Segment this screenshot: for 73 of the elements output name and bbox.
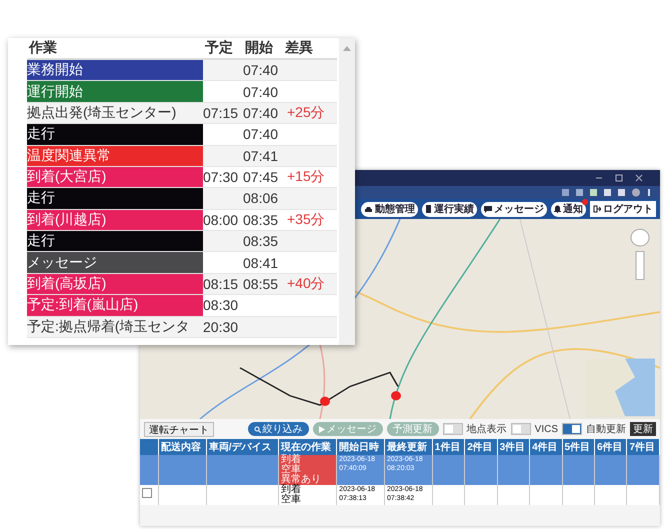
logout-button[interactable]: ログアウト [590, 201, 656, 217]
chat-icon [484, 206, 492, 212]
bell-icon [554, 205, 561, 213]
column-header: 配送内容 [158, 439, 206, 455]
column-header: 最終更新 [384, 439, 432, 455]
column-header: 3件目 [497, 439, 530, 455]
task-label[interactable]: 予定:拠点帰着(埼玉センタ [27, 316, 203, 338]
planned-time: 08:00 [203, 212, 238, 228]
task-label[interactable]: 予定:到着(嵐山店) [27, 294, 203, 316]
play-icon [318, 426, 325, 432]
row-checkbox[interactable] [142, 488, 152, 498]
column-header: 4件目 [530, 439, 562, 455]
table-cell: 到着 空車 異常あり [278, 455, 337, 485]
column-header: 車両/デバイス [206, 439, 278, 455]
scroll-up-icon[interactable] [343, 46, 351, 51]
start-time: 07:40 [243, 126, 278, 142]
toggle-label: 自動更新 [586, 422, 626, 436]
toggle-switch[interactable] [562, 423, 582, 435]
task-label[interactable]: 業務開始 [27, 59, 203, 81]
start-time: 07:45 [243, 169, 278, 186]
column-header: 6件目 [594, 439, 627, 455]
planned-time: 07:15 [203, 104, 238, 121]
nav-button[interactable]: 運行実績 [422, 202, 477, 216]
start-time: 07:40 [243, 104, 278, 121]
column-header: 5件目 [562, 439, 594, 455]
chart-button[interactable]: 運転チャート [144, 422, 214, 436]
task-label[interactable]: 走行 [27, 188, 203, 210]
toggle-label: VICS [534, 424, 558, 434]
column-header: 2件目 [464, 439, 498, 455]
planned-time: 08:15 [203, 276, 238, 292]
delay-value: +40分 [287, 274, 325, 291]
delay-value: +35分 [287, 210, 325, 227]
document-icon [425, 205, 432, 213]
car-icon [364, 206, 373, 212]
planned-time: 20:30 [203, 318, 238, 335]
column-header: 開始日時 [336, 439, 384, 455]
task-label[interactable]: 走行 [27, 230, 203, 252]
task-label[interactable]: 運行開始 [27, 80, 203, 102]
task-label[interactable]: 温度関連異常 [27, 145, 203, 166]
planned-time: 07:30 [203, 169, 238, 186]
start-time: 08:55 [243, 276, 278, 292]
delay-value: +15分 [287, 168, 325, 184]
browser-extension-icon[interactable] [562, 188, 652, 197]
filter-button[interactable]: 絞り込み [248, 422, 309, 436]
logout-icon [593, 205, 601, 213]
toggle-label: 地点表示 [466, 422, 507, 436]
refresh-button[interactable]: 更新 [630, 422, 656, 436]
search-icon [254, 426, 261, 432]
delay-value: +25分 [287, 104, 325, 120]
planned-time: 08:30 [203, 297, 238, 314]
table-cell: 到着 空車 [278, 485, 337, 505]
task-label[interactable]: メッセージ [27, 252, 203, 274]
nav-button[interactable]: 通知 [551, 202, 586, 216]
toggle-switch[interactable] [510, 423, 531, 435]
task-label[interactable]: 走行 [27, 124, 203, 146]
start-time: 07:40 [243, 62, 278, 78]
column-header: 7件目 [626, 439, 660, 455]
nav-button[interactable]: メッセージ [481, 202, 547, 216]
start-time: 07:41 [243, 148, 278, 164]
column-header: 1件目 [432, 439, 465, 455]
start-time: 08:41 [243, 254, 278, 271]
nav-button[interactable]: 動態管理 [361, 202, 418, 216]
task-label[interactable]: 到着(川越店) [27, 209, 203, 231]
task-label[interactable]: 到着(高坂店) [27, 273, 203, 295]
task-label[interactable]: 拠点出発(埼玉センター) [27, 102, 203, 124]
toggle-switch[interactable] [442, 423, 463, 435]
start-time: 07:40 [243, 84, 278, 100]
start-time: 08:35 [243, 233, 278, 250]
task-label[interactable]: 到着(大宮店) [27, 166, 203, 188]
column-header: 現在の作業 [278, 439, 337, 455]
start-time: 08:35 [243, 212, 278, 228]
start-time: 08:06 [243, 190, 278, 206]
scrollbar[interactable] [339, 38, 355, 345]
